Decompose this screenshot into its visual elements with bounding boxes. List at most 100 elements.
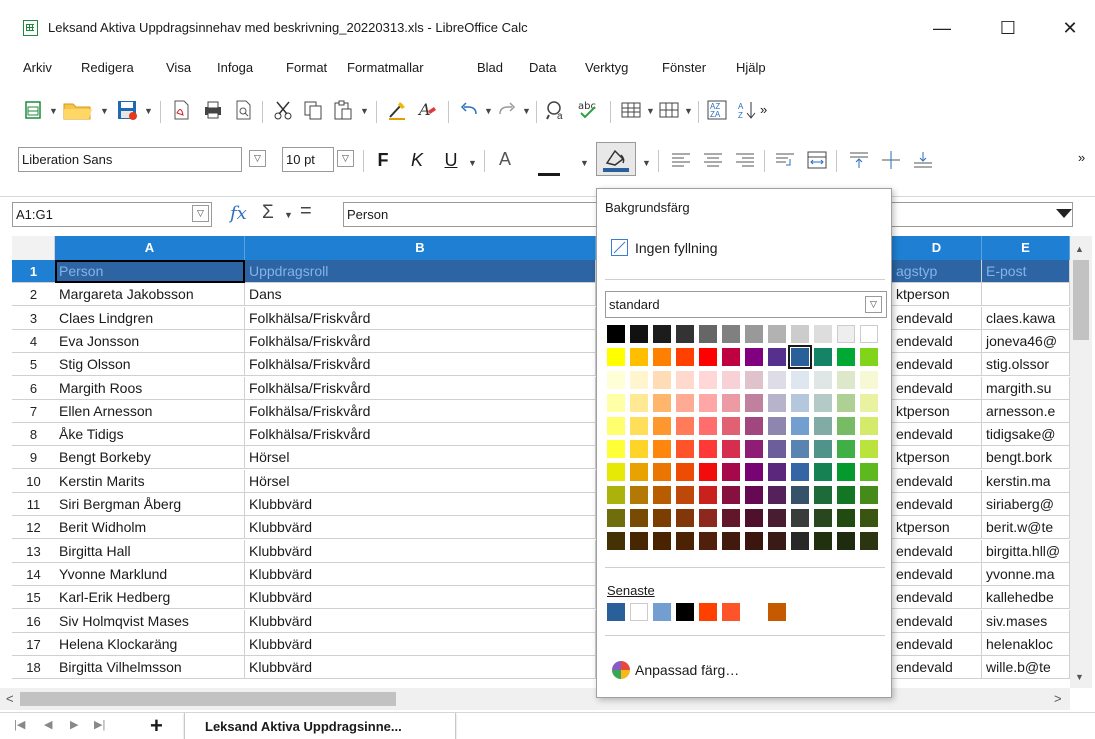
color-swatch[interactable] bbox=[745, 371, 763, 389]
print-icon[interactable] bbox=[200, 96, 226, 124]
redo-dropdown-icon[interactable]: ▼ bbox=[522, 106, 531, 116]
export-pdf-icon[interactable] bbox=[168, 96, 194, 124]
sum-dropdown-icon[interactable]: ▼ bbox=[284, 210, 293, 220]
color-swatch[interactable] bbox=[607, 532, 625, 550]
cell-b[interactable]: Klubbvärd bbox=[245, 610, 596, 633]
clone-formatting-icon[interactable] bbox=[384, 96, 410, 124]
color-swatch[interactable] bbox=[630, 463, 648, 481]
palette-select[interactable]: standard bbox=[605, 291, 887, 318]
cell-a[interactable]: Yvonne Marklund bbox=[55, 563, 245, 586]
color-swatch[interactable] bbox=[699, 348, 717, 366]
row-header[interactable]: 8 bbox=[12, 423, 55, 446]
color-swatch[interactable] bbox=[699, 509, 717, 527]
sheet-tab-active[interactable]: Leksand Aktiva Uppdragsinne... bbox=[184, 713, 456, 739]
row-dropdown-icon[interactable]: ▼ bbox=[646, 106, 655, 116]
cell-b[interactable]: Klubbvärd bbox=[245, 516, 596, 539]
save-dropdown-icon[interactable]: ▼ bbox=[144, 106, 153, 116]
color-swatch[interactable] bbox=[699, 486, 717, 504]
color-swatch[interactable] bbox=[607, 417, 625, 435]
column-header-a[interactable]: A bbox=[55, 236, 245, 260]
cell-e[interactable]: kerstin.ma bbox=[982, 470, 1070, 493]
custom-color-button[interactable]: Anpassad färg… bbox=[605, 657, 885, 683]
column-dropdown-icon[interactable]: ▼ bbox=[684, 106, 693, 116]
cell-b[interactable]: Folkhälsa/Friskvård bbox=[245, 330, 596, 353]
expand-formula-icon[interactable] bbox=[1056, 209, 1072, 218]
bold-button[interactable]: F bbox=[370, 146, 396, 174]
row-header[interactable]: 13 bbox=[12, 540, 55, 563]
cell-e[interactable]: berit.w@te bbox=[982, 516, 1070, 539]
cell-d[interactable]: endevald bbox=[892, 586, 982, 609]
wrap-text-icon[interactable] bbox=[772, 146, 798, 174]
cell-a[interactable]: Bengt Borkeby bbox=[55, 446, 245, 469]
cell-d[interactable]: agstyp bbox=[892, 260, 982, 283]
color-swatch[interactable] bbox=[814, 532, 832, 550]
cell-d[interactable]: endevald bbox=[892, 470, 982, 493]
color-swatch[interactable] bbox=[814, 417, 832, 435]
cell-d[interactable]: endevald bbox=[892, 633, 982, 656]
cell-d[interactable]: ktperson bbox=[892, 400, 982, 423]
clear-formatting-icon[interactable]: A bbox=[414, 96, 440, 124]
color-swatch[interactable] bbox=[791, 532, 809, 550]
italic-button[interactable]: K bbox=[404, 146, 430, 174]
color-swatch[interactable] bbox=[722, 348, 740, 366]
cell-a[interactable]: Karl-Erik Hedberg bbox=[55, 586, 245, 609]
undo-icon[interactable] bbox=[456, 96, 482, 124]
color-swatch[interactable] bbox=[699, 532, 717, 550]
color-swatch[interactable] bbox=[837, 394, 855, 412]
color-swatch[interactable] bbox=[676, 371, 694, 389]
color-swatch[interactable] bbox=[768, 532, 786, 550]
color-swatch[interactable] bbox=[791, 325, 809, 343]
cell-b[interactable]: Klubbvärd bbox=[245, 493, 596, 516]
color-swatch[interactable] bbox=[768, 325, 786, 343]
color-swatch[interactable] bbox=[722, 440, 740, 458]
cell-e[interactable]: wille.b@te bbox=[982, 656, 1070, 679]
color-swatch[interactable] bbox=[837, 486, 855, 504]
color-swatch[interactable] bbox=[860, 417, 878, 435]
menu-formatmallar[interactable]: Formatmallar bbox=[347, 60, 424, 75]
recent-color-swatch[interactable] bbox=[699, 603, 717, 621]
color-swatch[interactable] bbox=[791, 440, 809, 458]
cell-d[interactable]: endevald bbox=[892, 610, 982, 633]
align-top-icon[interactable] bbox=[846, 146, 872, 174]
color-swatch[interactable] bbox=[791, 394, 809, 412]
cell-a[interactable]: Kerstin Marits bbox=[55, 470, 245, 493]
row-header[interactable]: 4 bbox=[12, 330, 55, 353]
cell-a[interactable]: Eva Jonsson bbox=[55, 330, 245, 353]
color-swatch[interactable] bbox=[860, 509, 878, 527]
last-sheet-icon[interactable]: ▶| bbox=[94, 718, 105, 731]
column-header-b[interactable]: B bbox=[245, 236, 596, 260]
print-preview-icon[interactable] bbox=[230, 96, 256, 124]
color-swatch[interactable] bbox=[722, 394, 740, 412]
cell-d[interactable]: endevald bbox=[892, 377, 982, 400]
cell-b[interactable]: Folkhälsa/Friskvård bbox=[245, 377, 596, 400]
row-header[interactable]: 11 bbox=[12, 493, 55, 516]
cell-d[interactable]: endevald bbox=[892, 330, 982, 353]
cell-b[interactable]: Folkhälsa/Friskvård bbox=[245, 400, 596, 423]
row-header[interactable]: 2 bbox=[12, 283, 55, 306]
row-header[interactable]: 17 bbox=[12, 633, 55, 656]
color-swatch[interactable] bbox=[630, 417, 648, 435]
menu-blad[interactable]: Blad bbox=[477, 60, 503, 75]
color-swatch[interactable] bbox=[791, 371, 809, 389]
color-swatch[interactable] bbox=[791, 417, 809, 435]
cell-d[interactable]: endevald bbox=[892, 540, 982, 563]
cell-b[interactable]: Uppdragsroll bbox=[245, 260, 596, 283]
color-swatch[interactable] bbox=[676, 463, 694, 481]
cell-d[interactable]: endevald bbox=[892, 493, 982, 516]
cell-b[interactable]: Klubbvärd bbox=[245, 586, 596, 609]
color-swatch[interactable] bbox=[768, 371, 786, 389]
next-sheet-icon[interactable]: ▶ bbox=[70, 718, 78, 731]
color-swatch[interactable] bbox=[745, 417, 763, 435]
background-color-button[interactable] bbox=[596, 142, 636, 176]
cell-a[interactable]: Berit Widholm bbox=[55, 516, 245, 539]
menu-infoga[interactable]: Infoga bbox=[217, 60, 253, 75]
color-swatch[interactable] bbox=[630, 532, 648, 550]
menu-data[interactable]: Data bbox=[529, 60, 556, 75]
sum-icon[interactable]: Σ bbox=[262, 202, 274, 224]
color-swatch[interactable] bbox=[653, 463, 671, 481]
align-middle-icon[interactable] bbox=[878, 146, 904, 174]
scroll-down-icon[interactable]: ▼ bbox=[1075, 672, 1084, 682]
color-swatch[interactable] bbox=[653, 325, 671, 343]
color-swatch[interactable] bbox=[860, 440, 878, 458]
color-swatch[interactable] bbox=[837, 417, 855, 435]
